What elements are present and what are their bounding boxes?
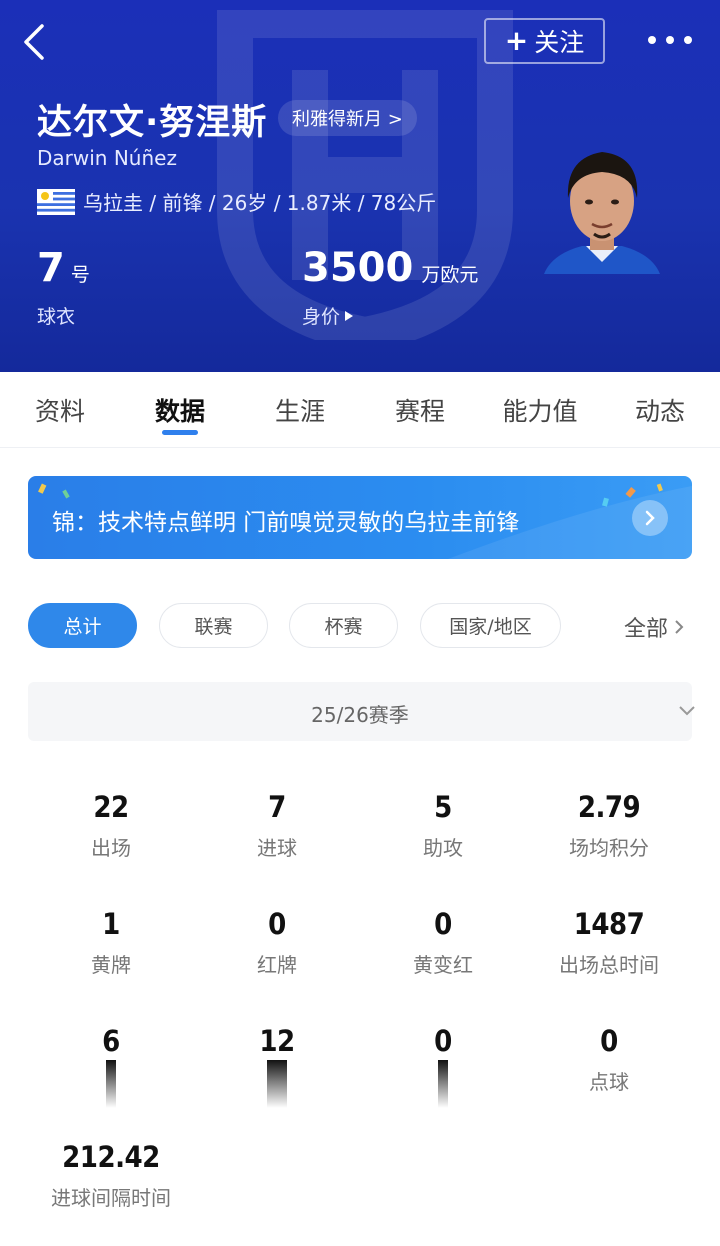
shirt-label: 球衣 [37,306,76,328]
team-chip[interactable]: 利雅得新月 > [278,100,417,136]
market-value: 3500 万欧元 [302,245,478,291]
stat-assists: 5 助攻 [360,790,526,861]
stat-label: 红牌 [257,953,297,977]
shirt-number-unit: 号 [70,264,90,286]
stat-label: 出场总时间 [559,953,659,977]
chevron-right-icon [675,620,684,634]
stat-value: 5 [434,790,452,824]
player-avatar [544,152,660,274]
stat-value: 0 [600,1024,618,1058]
stat-label: 点球 [589,1070,629,1094]
filter-all-label: 全部 [624,617,669,642]
stat-value: 2.79 [577,790,641,824]
smear-artifact [106,1060,116,1108]
season-selector[interactable]: 25/26赛季 [28,682,695,741]
player-info-line: 乌拉圭 / 前锋 / 26岁 / 1.87米 / 78公斤 [37,187,436,216]
stat-label: 进球 [257,836,297,860]
filter-total[interactable]: 总计 [28,603,137,648]
stat-value: 12 [259,1024,295,1058]
stat-goal-interval: 212.42 进球间隔时间 [28,1140,194,1211]
tab-stats[interactable]: 数据 [155,392,205,428]
market-value-link[interactable]: 身价 [302,302,354,329]
player-info-text: 乌拉圭 / 前锋 / 26岁 / 1.87米 / 78公斤 [83,191,437,215]
season-label: 25/26赛季 [311,703,409,727]
stat-value: 6 [102,1024,120,1058]
stat-value: 212.42 [62,1140,160,1174]
follow-button[interactable]: + 关注 [484,18,605,64]
stat-value: 0 [268,907,286,941]
stat-penalties: 0 点球 [526,1024,692,1095]
market-value-number: 3500 [302,245,414,291]
stat-label: 场均积分 [569,836,649,860]
more-dots-icon[interactable] [648,28,692,52]
shirt-number-value: 7 [37,245,65,291]
active-tab-indicator [162,430,198,435]
market-value-unit: 万欧元 [421,264,479,286]
filter-all-button[interactable]: 全部 [624,611,684,643]
stat-label: 黄变红 [413,953,473,977]
stat-value: 1487 [573,907,645,941]
stat-label: 助攻 [423,836,463,860]
caret-right-icon [345,310,354,321]
filter-cup[interactable]: 杯赛 [289,603,398,648]
stat-value: 22 [93,790,129,824]
stat-smeared-3: 0 [360,1024,526,1108]
chevron-right-icon[interactable] [632,500,668,536]
stat-goals: 7 进球 [194,790,360,861]
tab-news[interactable]: 动态 [635,392,685,428]
tab-ability[interactable]: 能力值 [502,392,577,428]
stat-value: 0 [434,1024,452,1058]
stat-value: 0 [434,907,452,941]
filter-league[interactable]: 联赛 [159,603,268,648]
filter-national[interactable]: 国家/地区 [420,603,561,648]
stat-label: 黄牌 [91,953,131,977]
stat-appearances: 22 出场 [28,790,194,861]
banner-text: 锦：技术特点鲜明 门前嗅觉灵敏的乌拉圭前锋 [52,510,520,536]
shirt-number: 7 号 [37,245,90,291]
scout-banner[interactable]: 锦：技术特点鲜明 门前嗅觉灵敏的乌拉圭前锋 [28,476,692,559]
follow-label: 关注 [534,28,585,57]
stat-total-minutes: 1487 出场总时间 [526,907,692,978]
tab-bar: 资料 数据 生涯 赛程 能力值 动态 [0,372,720,448]
smear-artifact [267,1060,287,1108]
plus-icon: + [504,24,529,57]
player-name-english: Darwin Núñez [37,146,177,170]
stat-value: 1 [102,907,120,941]
back-arrow-icon[interactable] [18,22,54,62]
player-name: 达尔文·努涅斯 [37,103,268,143]
market-value-label: 身价 [302,306,341,328]
tab-profile[interactable]: 资料 [35,392,85,428]
stat-yellow-cards: 1 黄牌 [28,907,194,978]
stat-red-cards: 0 红牌 [194,907,360,978]
stat-value: 7 [268,790,286,824]
smear-artifact [438,1060,448,1108]
chevron-down-icon [679,706,695,716]
stat-smeared-2: 12 [194,1024,360,1108]
stat-points-per-game: 2.79 场均积分 [526,790,692,861]
tab-career[interactable]: 生涯 [275,392,325,428]
stat-label: 进球间隔时间 [51,1186,171,1210]
uruguay-flag-icon [37,188,75,215]
tab-schedule[interactable]: 赛程 [395,392,445,428]
stat-second-yellow: 0 黄变红 [360,907,526,978]
team-chip-label: 利雅得新月 > [292,109,403,130]
stat-smeared-1: 6 [28,1024,194,1108]
player-header: + 关注 达尔文·努涅斯 利雅得新月 > Darwin Núñez 乌拉圭 / … [0,0,720,372]
stat-label: 出场 [91,836,131,860]
